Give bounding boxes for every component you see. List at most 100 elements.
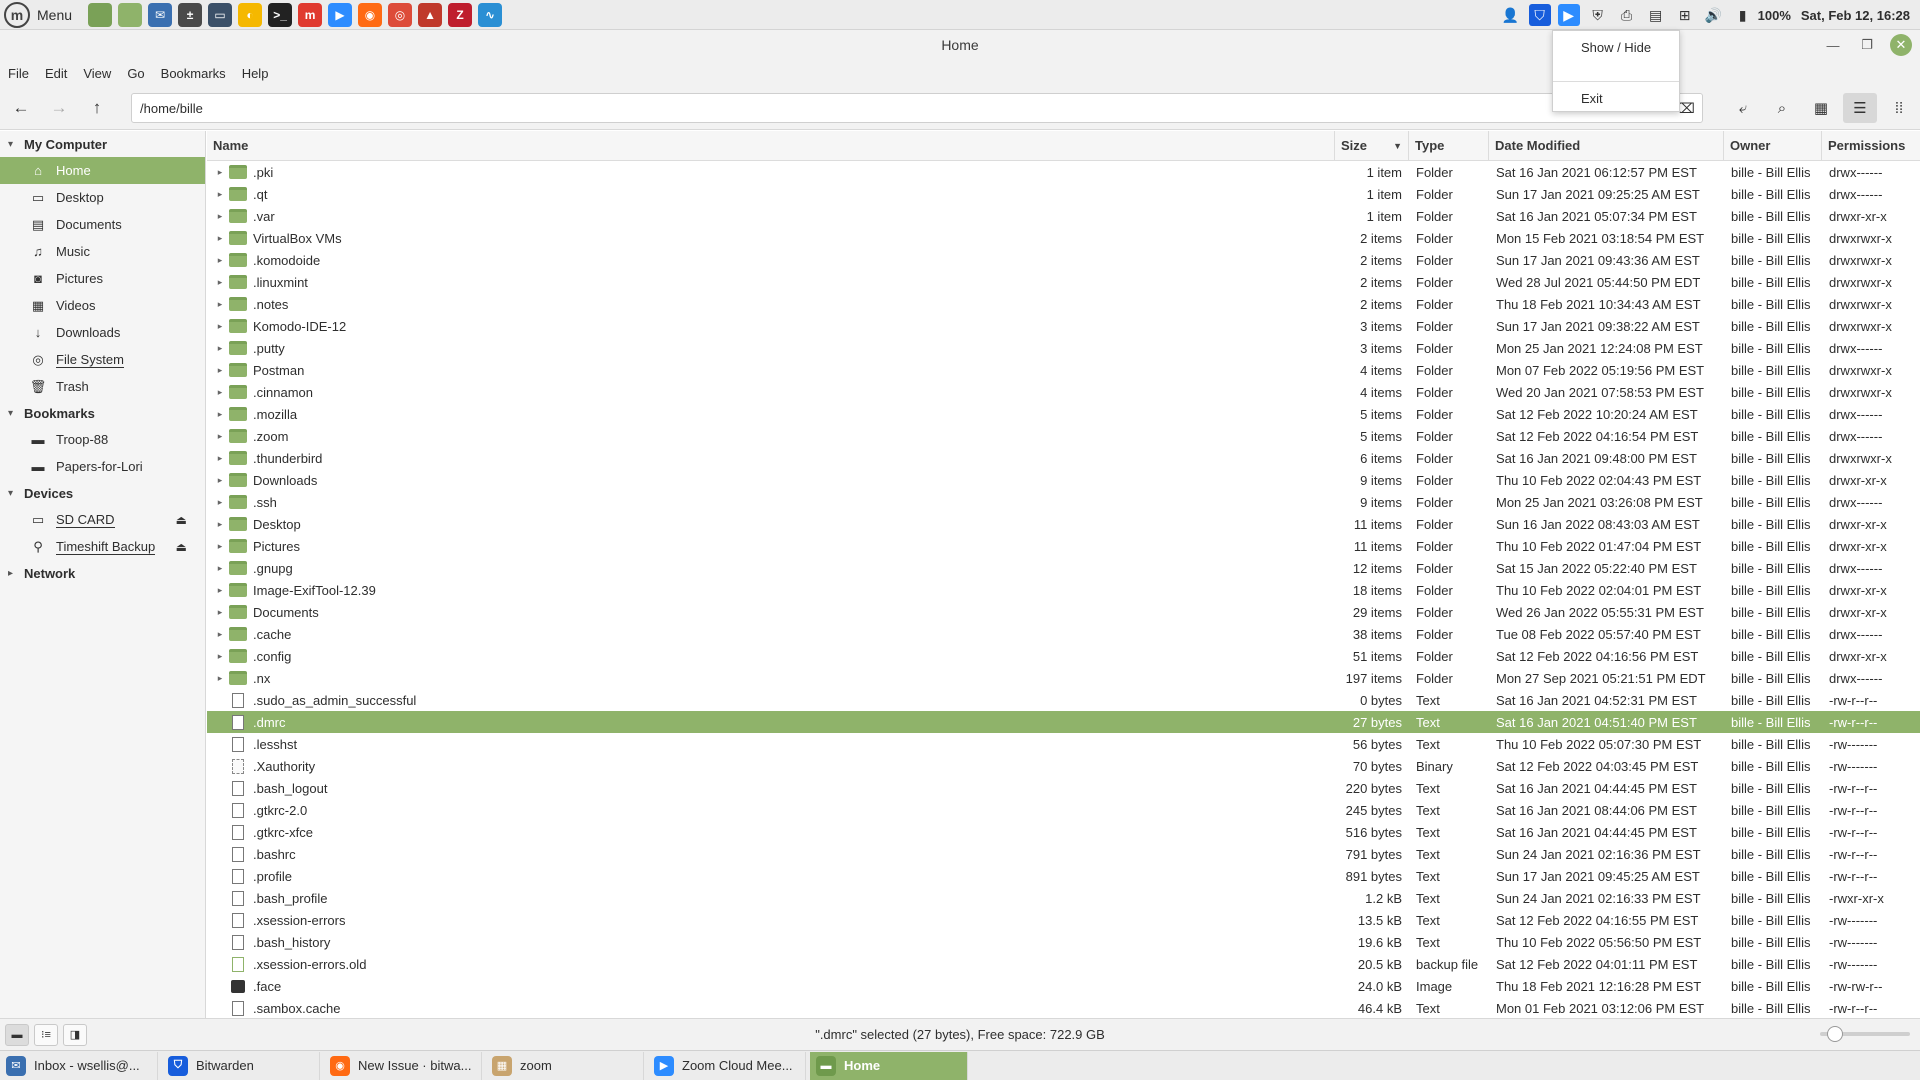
taskbar-item-package[interactable]: ▦ zoom: [486, 1051, 644, 1080]
expand-arrow-icon[interactable]: ▸: [211, 519, 229, 530]
file-row[interactable]: .bash_logout 220 bytes Text Sat 16 Jan 2021…: [207, 777, 1920, 799]
eject-icon[interactable]: ⏏: [176, 540, 187, 554]
expand-arrow-icon[interactable]: ▸: [211, 475, 229, 486]
toggle-location-button[interactable]: ⤶: [1726, 93, 1760, 123]
icon-view-button[interactable]: ▦: [1804, 93, 1838, 123]
minimize-button[interactable]: —: [1822, 34, 1844, 56]
show-treeview-button[interactable]: ⁝≡: [34, 1023, 58, 1046]
expand-arrow-icon[interactable]: ▸: [211, 211, 229, 222]
expand-arrow-icon[interactable]: ▸: [211, 321, 229, 332]
expand-arrow-icon[interactable]: ▸: [211, 651, 229, 662]
sidebar-item-timeshift-backup[interactable]: ⚲ Timeshift Backup ⏏: [0, 533, 205, 560]
sidebar-item-videos[interactable]: ▦ Videos: [0, 292, 205, 319]
file-row[interactable]: .sudo_as_admin_successful 0 bytes Text Sat …: [207, 689, 1920, 711]
column-owner[interactable]: Owner: [1724, 131, 1822, 161]
expand-arrow-icon[interactable]: ▸: [211, 233, 229, 244]
show-hide-menu-item[interactable]: Show / Hide: [1553, 33, 1679, 61]
file-row[interactable]: ▸ .qt 1 item Folder Sun 17 Jan 2021 09:25:25…: [207, 183, 1920, 205]
file-row[interactable]: ▸ Pictures 11 items Folder Thu 10 Feb 2022 0…: [207, 535, 1920, 557]
file-row[interactable]: ▸ .gnupg 12 items Folder Sat 15 Jan 2022 05:…: [207, 557, 1920, 579]
sidebar-item-trash[interactable]: 🗑 Trash: [0, 373, 205, 400]
user-icon[interactable]: 👤: [1500, 4, 1522, 26]
file-row[interactable]: ▸ Komodo-IDE-12 3 items Folder Sun 17 Jan 20…: [207, 315, 1920, 337]
column-date-modified[interactable]: Date Modified: [1489, 131, 1724, 161]
menu-button[interactable]: m Menu: [0, 0, 78, 30]
sidebar-item-home[interactable]: ⌂ Home: [0, 157, 205, 184]
file-row[interactable]: .dmrc 27 bytes Text Sat 16 Jan 2021 04:51:4…: [207, 711, 1920, 733]
file-row[interactable]: .gtkrc-xfce 516 bytes Text Sat 16 Jan 2021 …: [207, 821, 1920, 843]
sidebar-item-downloads[interactable]: ↓ Downloads: [0, 319, 205, 346]
expand-arrow-icon[interactable]: ▸: [211, 629, 229, 640]
menu-help[interactable]: Help: [242, 66, 269, 81]
file-row[interactable]: ▸ .ssh 9 items Folder Mon 25 Jan 2021 03:26:…: [207, 491, 1920, 513]
sidebar-section-devices[interactable]: ▾ Devices: [0, 480, 205, 506]
taskbar-item-firefox[interactable]: ◉ New Issue · bitwa...: [324, 1051, 482, 1080]
file-row[interactable]: ▸ .pki 1 item Folder Sat 16 Jan 2021 06:12:5…: [207, 161, 1920, 183]
volume-icon[interactable]: 🔊: [1703, 4, 1725, 26]
system-monitor-icon[interactable]: ∿: [478, 2, 503, 27]
expand-arrow-icon[interactable]: ▸: [211, 343, 229, 354]
menu-edit[interactable]: Edit: [45, 66, 67, 81]
file-row[interactable]: .bashrc 791 bytes Text Sun 24 Jan 2021 02:1…: [207, 843, 1920, 865]
file-row[interactable]: ▸ .cinnamon 4 items Folder Wed 20 Jan 2021 0…: [207, 381, 1920, 403]
expand-arrow-icon[interactable]: ▸: [211, 585, 229, 596]
expand-arrow-icon[interactable]: ▸: [211, 365, 229, 376]
expand-arrow-icon[interactable]: ▸: [211, 387, 229, 398]
menu-file[interactable]: File: [8, 66, 29, 81]
file-row[interactable]: ▸ .linuxmint 2 items Folder Wed 28 Jul 2021 …: [207, 271, 1920, 293]
expand-arrow-icon[interactable]: ▸: [211, 167, 229, 178]
sidebar-item-troop-88[interactable]: ▬ Troop-88: [0, 426, 205, 453]
expand-arrow-icon[interactable]: ▸: [211, 673, 229, 684]
file-row[interactable]: ▸ .zoom 5 items Folder Sat 12 Feb 2022 04:16…: [207, 425, 1920, 447]
expand-arrow-icon[interactable]: ▸: [211, 607, 229, 618]
file-row[interactable]: ▸ Postman 4 items Folder Mon 07 Feb 2022 05:…: [207, 359, 1920, 381]
file-row[interactable]: ▸ .komodoide 2 items Folder Sun 17 Jan 2021 …: [207, 249, 1920, 271]
compact-view-button[interactable]: ⁞⁞: [1882, 93, 1916, 123]
chrome-icon[interactable]: ◎: [388, 2, 413, 27]
up-button[interactable]: ↑: [80, 93, 114, 123]
file-row[interactable]: ▸ .notes 2 items Folder Thu 18 Feb 2021 10:3…: [207, 293, 1920, 315]
sidebar-section-network[interactable]: ▸ Network: [0, 560, 205, 586]
firefox-icon[interactable]: ◉: [358, 2, 383, 27]
sidebar-item-music[interactable]: ♫ Music: [0, 238, 205, 265]
file-row[interactable]: ▸ Documents 29 items Folder Wed 26 Jan 2022 …: [207, 601, 1920, 623]
file-row[interactable]: .sambox.cache 46.4 kB Text Mon 01 Feb 2021 …: [207, 997, 1920, 1018]
column-permissions[interactable]: Permissions: [1822, 131, 1920, 161]
printer-icon[interactable]: ⎙: [1616, 4, 1638, 26]
file-row[interactable]: ▸ .mozilla 5 items Folder Sat 12 Feb 2022 10…: [207, 403, 1920, 425]
expand-arrow-icon[interactable]: ▸: [211, 453, 229, 464]
clock[interactable]: Sat, Feb 12, 16:28: [1801, 8, 1910, 23]
menu-view[interactable]: View: [83, 66, 111, 81]
sidebar-section-my-computer[interactable]: ▾ My Computer: [0, 131, 205, 157]
sidebar-item-documents[interactable]: ▤ Documents: [0, 211, 205, 238]
search-button[interactable]: ⌕: [1765, 93, 1799, 123]
column-type[interactable]: Type: [1409, 131, 1489, 161]
file-row[interactable]: ▸ Image-ExifTool-12.39 18 items Folder Thu 1…: [207, 579, 1920, 601]
expand-arrow-icon[interactable]: ▸: [211, 409, 229, 420]
expand-arrow-icon[interactable]: ▸: [211, 497, 229, 508]
file-row[interactable]: ▸ .var 1 item Folder Sat 16 Jan 2021 05:07:3…: [207, 205, 1920, 227]
menu-bookmarks[interactable]: Bookmarks: [161, 66, 226, 81]
column-name[interactable]: Name: [207, 131, 1335, 161]
filezilla-icon[interactable]: Z: [448, 2, 473, 27]
column-size[interactable]: Size ▼: [1335, 131, 1409, 161]
menu-go[interactable]: Go: [127, 66, 144, 81]
file-row[interactable]: ▸ .thunderbird 6 items Folder Sat 16 Jan 202…: [207, 447, 1920, 469]
file-row[interactable]: .profile 891 bytes Text Sun 17 Jan 2021 09:…: [207, 865, 1920, 887]
taskbar-item-zoom[interactable]: ▶ Zoom Cloud Mee...: [648, 1051, 806, 1080]
shield-icon[interactable]: ⛨: [1587, 4, 1609, 26]
file-row[interactable]: ▸ .putty 3 items Folder Mon 25 Jan 2021 12:2…: [207, 337, 1920, 359]
file-row[interactable]: .bash_history 19.6 kB Text Thu 10 Feb 2022 …: [207, 931, 1920, 953]
forward-button[interactable]: →: [42, 93, 76, 123]
sidebar-item-papers-for-lori[interactable]: ▬ Papers-for-Lori: [0, 453, 205, 480]
sidebar-item-desktop[interactable]: ▭ Desktop: [0, 184, 205, 211]
expand-arrow-icon[interactable]: ▸: [211, 431, 229, 442]
calculator-icon[interactable]: ±: [178, 2, 203, 27]
battery-icon[interactable]: ▮: [1732, 4, 1754, 26]
show-desktop-icon[interactable]: [88, 2, 113, 27]
location-bar[interactable]: /home/bille ⌫: [131, 93, 1703, 123]
clipboard-icon[interactable]: ▤: [1645, 4, 1667, 26]
mail-icon[interactable]: ✉: [148, 2, 173, 27]
file-row[interactable]: ▸ Downloads 9 items Folder Thu 10 Feb 2022 0…: [207, 469, 1920, 491]
zoom-slider-handle[interactable]: [1827, 1026, 1843, 1042]
